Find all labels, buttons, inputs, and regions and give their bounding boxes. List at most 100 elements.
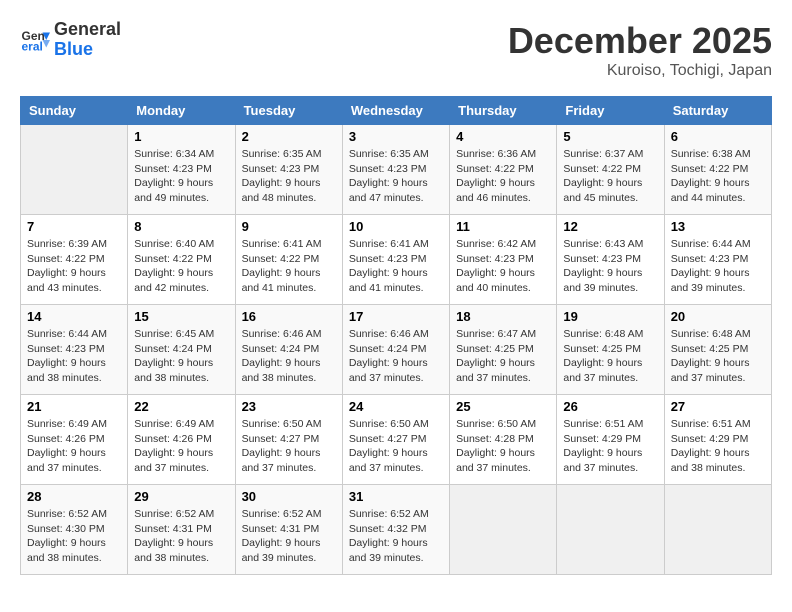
day-number: 7 [27,219,121,234]
day-number: 19 [563,309,657,324]
logo-icon: Gen eral [20,25,50,55]
day-cell: 25 Sunrise: 6:50 AMSunset: 4:28 PMDayligh… [450,395,557,485]
day-cell: 1Sunrise: 6:34 AMSunset: 4:23 PMDaylight… [128,125,235,215]
day-info: Sunrise: 6:48 AMSunset: 4:25 PMDaylight:… [563,327,657,386]
calendar-title: December 2025 [508,20,772,62]
day-cell: 24Sunrise: 6:50 AMSunset: 4:27 PMDayligh… [342,395,449,485]
day-info: Sunrise: 6:52 AMSunset: 4:31 PMDaylight:… [134,507,228,566]
day-number: 22 [134,399,228,414]
day-cell: 26 Sunrise: 6:51 AMSunset: 4:29 PMDayligh… [557,395,664,485]
day-cell: 9 Sunrise: 6:41 AMSunset: 4:22 PMDaylight… [235,215,342,305]
day-info: Sunrise: 6:41 AMSunset: 4:23 PMDaylight:… [349,237,443,296]
day-info: Sunrise: 6:46 AMSunset: 4:24 PMDaylight:… [242,327,336,386]
day-info: Sunrise: 6:41 AMSunset: 4:22 PMDaylight:… [242,237,336,296]
day-cell: 22Sunrise: 6:49 AMSunset: 4:26 PMDayligh… [128,395,235,485]
day-cell: 27 Sunrise: 6:51 AMSunset: 4:29 PMDayligh… [664,395,771,485]
day-info: Sunrise: 6:44 AMSunset: 4:23 PMDaylight:… [671,237,765,296]
day-cell: 30 Sunrise: 6:52 AMSunset: 4:31 PMDayligh… [235,485,342,575]
day-number: 16 [242,309,336,324]
title-block: December 2025 Kuroiso, Tochigi, Japan [508,20,772,80]
day-cell: 15 Sunrise: 6:45 AMSunset: 4:24 PMDayligh… [128,305,235,395]
day-number: 11 [456,219,550,234]
day-number: 15 [134,309,228,324]
day-number: 13 [671,219,765,234]
calendar-body: 1Sunrise: 6:34 AMSunset: 4:23 PMDaylight… [21,125,772,575]
calendar-subtitle: Kuroiso, Tochigi, Japan [508,62,772,80]
day-number: 17 [349,309,443,324]
header-day-thursday: Thursday [450,97,557,125]
week-row-0: 1Sunrise: 6:34 AMSunset: 4:23 PMDaylight… [21,125,772,215]
day-number: 30 [242,489,336,504]
day-cell: 20 Sunrise: 6:48 AMSunset: 4:25 PMDayligh… [664,305,771,395]
day-info: Sunrise: 6:52 AMSunset: 4:30 PMDaylight:… [27,507,121,566]
day-info: Sunrise: 6:47 AMSunset: 4:25 PMDaylight:… [456,327,550,386]
day-info: Sunrise: 6:50 AMSunset: 4:27 PMDaylight:… [349,417,443,476]
day-cell: 17 Sunrise: 6:46 AMSunset: 4:24 PMDayligh… [342,305,449,395]
page-header: Gen eral General Blue December 2025 Kuro… [20,20,772,80]
day-cell [557,485,664,575]
day-number: 2 [242,129,336,144]
day-number: 10 [349,219,443,234]
day-cell: 28Sunrise: 6:52 AMSunset: 4:30 PMDayligh… [21,485,128,575]
day-cell [21,125,128,215]
week-row-2: 14Sunrise: 6:44 AMSunset: 4:23 PMDayligh… [21,305,772,395]
day-number: 25 [456,399,550,414]
day-info: Sunrise: 6:40 AMSunset: 4:22 PMDaylight:… [134,237,228,296]
day-number: 6 [671,129,765,144]
day-cell: 14Sunrise: 6:44 AMSunset: 4:23 PMDayligh… [21,305,128,395]
header-day-wednesday: Wednesday [342,97,449,125]
week-row-4: 28Sunrise: 6:52 AMSunset: 4:30 PMDayligh… [21,485,772,575]
day-info: Sunrise: 6:46 AMSunset: 4:24 PMDaylight:… [349,327,443,386]
day-info: Sunrise: 6:52 AMSunset: 4:32 PMDaylight:… [349,507,443,566]
day-info: Sunrise: 6:35 AMSunset: 4:23 PMDaylight:… [349,147,443,206]
week-row-3: 21Sunrise: 6:49 AMSunset: 4:26 PMDayligh… [21,395,772,485]
week-row-1: 7Sunrise: 6:39 AMSunset: 4:22 PMDaylight… [21,215,772,305]
day-cell: 8 Sunrise: 6:40 AMSunset: 4:22 PMDaylight… [128,215,235,305]
day-info: Sunrise: 6:34 AMSunset: 4:23 PMDaylight:… [134,147,228,206]
day-cell: 12Sunrise: 6:43 AMSunset: 4:23 PMDayligh… [557,215,664,305]
day-info: Sunrise: 6:42 AMSunset: 4:23 PMDaylight:… [456,237,550,296]
day-number: 20 [671,309,765,324]
day-number: 31 [349,489,443,504]
logo: Gen eral General Blue [20,20,121,60]
day-cell: 6 Sunrise: 6:38 AMSunset: 4:22 PMDaylight… [664,125,771,215]
day-info: Sunrise: 6:51 AMSunset: 4:29 PMDaylight:… [671,417,765,476]
header-day-sunday: Sunday [21,97,128,125]
logo-general: General [54,20,121,40]
day-cell: 11 Sunrise: 6:42 AMSunset: 4:23 PMDayligh… [450,215,557,305]
day-info: Sunrise: 6:50 AMSunset: 4:27 PMDaylight:… [242,417,336,476]
day-info: Sunrise: 6:35 AMSunset: 4:23 PMDaylight:… [242,147,336,206]
day-cell: 29Sunrise: 6:52 AMSunset: 4:31 PMDayligh… [128,485,235,575]
day-cell: 16 Sunrise: 6:46 AMSunset: 4:24 PMDayligh… [235,305,342,395]
day-cell [664,485,771,575]
day-cell: 7Sunrise: 6:39 AMSunset: 4:22 PMDaylight… [21,215,128,305]
logo-blue: Blue [54,40,121,60]
day-info: Sunrise: 6:45 AMSunset: 4:24 PMDaylight:… [134,327,228,386]
day-info: Sunrise: 6:52 AMSunset: 4:31 PMDaylight:… [242,507,336,566]
day-cell: 10 Sunrise: 6:41 AMSunset: 4:23 PMDayligh… [342,215,449,305]
day-number: 4 [456,129,550,144]
header-row: SundayMondayTuesdayWednesdayThursdayFrid… [21,97,772,125]
header-day-monday: Monday [128,97,235,125]
day-cell: 21Sunrise: 6:49 AMSunset: 4:26 PMDayligh… [21,395,128,485]
day-cell: 2 Sunrise: 6:35 AMSunset: 4:23 PMDaylight… [235,125,342,215]
day-number: 8 [134,219,228,234]
day-info: Sunrise: 6:37 AMSunset: 4:22 PMDaylight:… [563,147,657,206]
day-number: 26 [563,399,657,414]
day-info: Sunrise: 6:38 AMSunset: 4:22 PMDaylight:… [671,147,765,206]
header-day-saturday: Saturday [664,97,771,125]
day-cell: 13 Sunrise: 6:44 AMSunset: 4:23 PMDayligh… [664,215,771,305]
day-number: 18 [456,309,550,324]
day-number: 9 [242,219,336,234]
calendar-header: SundayMondayTuesdayWednesdayThursdayFrid… [21,97,772,125]
day-number: 23 [242,399,336,414]
calendar-table: SundayMondayTuesdayWednesdayThursdayFrid… [20,96,772,575]
day-info: Sunrise: 6:48 AMSunset: 4:25 PMDaylight:… [671,327,765,386]
day-number: 27 [671,399,765,414]
day-number: 21 [27,399,121,414]
day-cell: 18 Sunrise: 6:47 AMSunset: 4:25 PMDayligh… [450,305,557,395]
day-info: Sunrise: 6:44 AMSunset: 4:23 PMDaylight:… [27,327,121,386]
day-info: Sunrise: 6:51 AMSunset: 4:29 PMDaylight:… [563,417,657,476]
day-info: Sunrise: 6:50 AMSunset: 4:28 PMDaylight:… [456,417,550,476]
svg-text:eral: eral [22,39,43,53]
